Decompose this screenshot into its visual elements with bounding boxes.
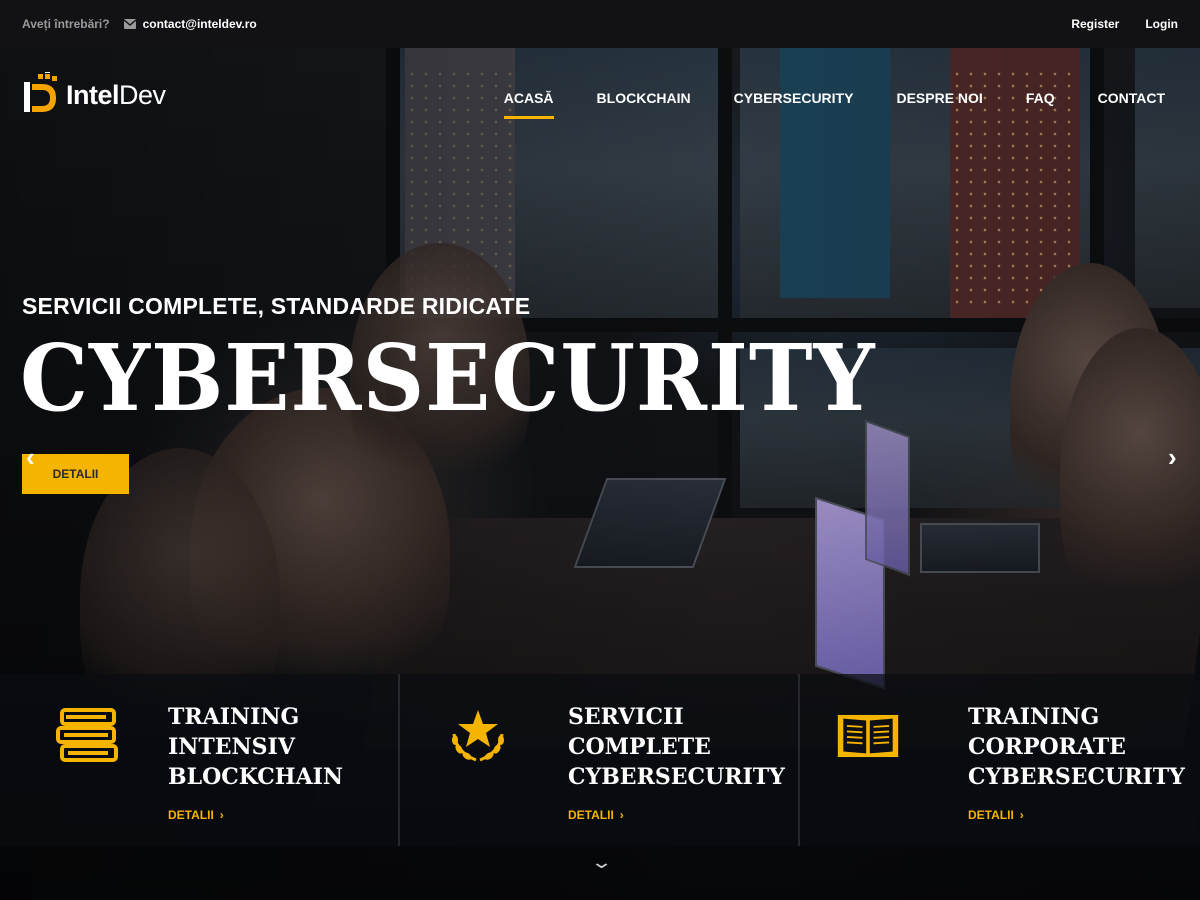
books-icon — [56, 708, 118, 762]
slider-next-icon[interactable]: › — [1168, 442, 1177, 473]
logo-text: IntelDev — [66, 79, 166, 110]
top-bar: Aveți întrebări? contact@inteldev.ro Reg… — [0, 0, 1200, 48]
feature-strip: TRAINING INTENSIV BLOCKCHAIN DETALII › S… — [0, 674, 1200, 846]
email-text: contact@inteldev.ro — [142, 17, 257, 31]
logo[interactable]: IntelDev — [22, 72, 166, 118]
slider-prev-icon[interactable]: ‹ — [26, 442, 35, 473]
account-links: Register Login — [1071, 17, 1178, 31]
email-link[interactable]: contact@inteldev.ro — [123, 17, 257, 31]
feature-details-link[interactable]: DETALII › — [168, 808, 224, 822]
nav-item-acasa[interactable]: ACASĂ — [503, 90, 554, 119]
chevron-right-icon: › — [619, 808, 624, 822]
login-link[interactable]: Login — [1145, 17, 1178, 31]
nav-item-cybersecurity[interactable]: CYBERSECURITY — [734, 90, 854, 116]
main-nav: ACASĂ BLOCKCHAIN CYBERSECURITY DESPRE NO… — [503, 90, 1165, 119]
nav-item-blockchain[interactable]: BLOCKCHAIN — [597, 90, 691, 116]
register-link[interactable]: Register — [1071, 17, 1119, 31]
nav-item-contact[interactable]: CONTACT — [1098, 90, 1165, 116]
laurel-star-icon — [452, 710, 504, 762]
feature-card-training-corporate: TRAINING CORPORATE CYBERSECURITY DETALII… — [800, 674, 1200, 846]
hero-subtitle: SERVICII COMPLETE, STANDARDE RIDICATE — [22, 293, 531, 319]
top-bar-contact: Aveți întrebări? contact@inteldev.ro — [22, 17, 257, 31]
chevron-right-icon: › — [1019, 808, 1024, 822]
open-book-icon — [837, 714, 899, 758]
scroll-down-chevron-icon[interactable]: ⌄ — [590, 852, 613, 873]
envelope-icon — [123, 19, 136, 29]
nav-item-faq[interactable]: FAQ — [1026, 90, 1055, 116]
feature-card-training-blockchain: TRAINING INTENSIV BLOCKCHAIN DETALII › — [0, 674, 400, 846]
hero-details-button[interactable]: DETALII — [22, 454, 129, 494]
question-text: Aveți întrebări? — [22, 17, 110, 31]
logo-mark-icon — [24, 72, 57, 112]
feature-card-servicii-cybersecurity: SERVICII COMPLETE CYBERSECURITY DETALII … — [400, 674, 800, 846]
feature-title: TRAINING INTENSIV BLOCKCHAIN — [168, 704, 344, 790]
feature-title: SERVICII COMPLETE CYBERSECURITY — [568, 704, 785, 790]
hero-title: CYBERSECURITY — [20, 324, 876, 432]
feature-details-link[interactable]: DETALII › — [968, 808, 1024, 822]
chevron-right-icon: › — [219, 808, 224, 822]
nav-item-despre-noi[interactable]: DESPRE NOI — [896, 90, 982, 116]
feature-details-link[interactable]: DETALII › — [568, 808, 624, 822]
feature-title: TRAINING CORPORATE CYBERSECURITY — [968, 704, 1185, 790]
